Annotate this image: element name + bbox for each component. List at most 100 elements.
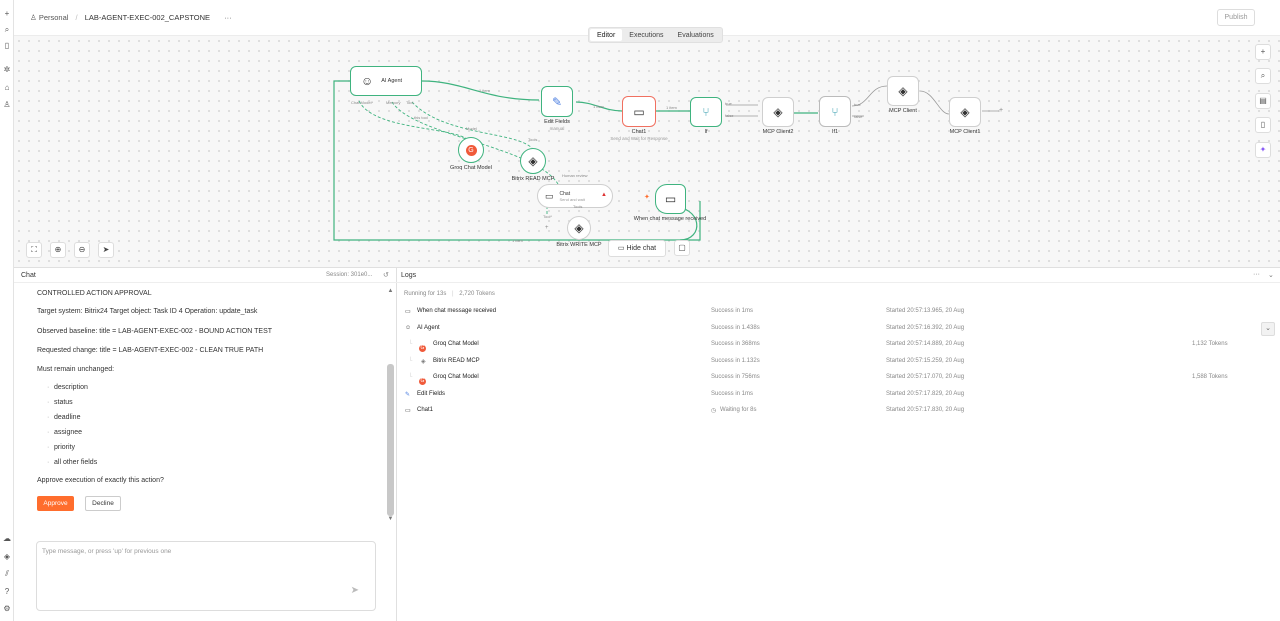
help-icon[interactable]: ? (0, 587, 14, 597)
log-name: Chat1 (417, 407, 434, 413)
log-row[interactable]: ▭ Chat1 ◷ Waiting for 8s Started 20:57:1… (397, 403, 1280, 419)
chat-message-target: Target system: Bitrix24 Target object: T… (37, 308, 258, 315)
port-chat-model[interactable]: Chat Model* (351, 100, 373, 105)
node-if[interactable]: ⑂ (690, 97, 722, 127)
workflow-name[interactable]: LAB-AGENT-EXEC-002_CAPSTONE (85, 13, 210, 22)
list-item: priority (47, 444, 75, 451)
logs-panel: Logs ··· ⌄ Running for 13s | 2,720 Token… (397, 268, 1280, 621)
edge-label-edit-chat1: 1 item (593, 104, 604, 109)
search-icon[interactable]: ⌕ (1255, 68, 1271, 84)
refresh-icon[interactable]: ↺ (383, 271, 389, 279)
chat-bubble-icon: ▭ (617, 245, 625, 252)
log-row[interactable]: ☺ AI Agent Success in 1.438s Started 20:… (397, 321, 1280, 337)
node-ai-agent[interactable]: ☺ AI Agent (350, 66, 422, 96)
chat-bubble-icon: ▭ (405, 408, 411, 414)
mcp-icon: ◈ (773, 105, 783, 119)
decline-button[interactable]: Decline (85, 496, 121, 511)
add-icon[interactable]: + (0, 9, 14, 19)
if1-true-label: true (854, 102, 861, 107)
edit-fields-label: Edit Fields (544, 119, 570, 125)
log-started: Started 20:57:14.889, 20 Aug (886, 341, 965, 347)
panel-icon[interactable]: ▯ (1255, 117, 1271, 133)
log-started: Started 20:57:16.392, 20 Aug (886, 325, 965, 331)
log-tokens: 1,132 Tokens (1192, 341, 1228, 347)
search-icon[interactable]: ⌕ (0, 25, 14, 35)
add-tool-icon[interactable]: + (545, 225, 549, 231)
workflow-canvas[interactable]: Editor Executions Evaluations ☺ AI Agent (14, 27, 1280, 268)
log-row[interactable]: ✎ Edit Fields Success in 1ms Started 20:… (397, 387, 1280, 403)
fit-view-icon[interactable]: ⛶ (26, 242, 42, 258)
chat-panel: Chat Session: 301e0... ↺ CONTROLLED ACTI… (14, 268, 397, 621)
breadcrumb-separator: / (75, 13, 78, 22)
chat-human-review-label: Human review (562, 173, 588, 178)
if-false-label: false (725, 113, 734, 118)
pencil-icon: ✎ (551, 94, 563, 109)
port-tool[interactable]: Tool (406, 100, 413, 105)
node-mcp-client2[interactable]: ◈ (762, 97, 794, 127)
chat1-label: Chat1 (631, 129, 647, 135)
workflow-menu-icon[interactable]: ··· (224, 13, 232, 22)
list-item: assignee (47, 429, 82, 436)
zoom-in-icon[interactable]: ⊕ (50, 242, 66, 258)
cloud-icon[interactable]: ☁ (0, 534, 14, 544)
node-if1[interactable]: ⑂ (819, 96, 851, 127)
pointer-icon[interactable]: ➤ (98, 242, 114, 258)
log-row[interactable]: ▭ When chat message received Success in … (397, 304, 1280, 320)
node-chat-trigger[interactable]: ▭ (655, 184, 686, 214)
approve-button[interactable]: Approve (37, 496, 74, 511)
chat-message-question: Approve execution of exactly this action… (37, 477, 164, 484)
divider (397, 282, 1280, 283)
logs-running: Running for 13s (404, 291, 447, 297)
node-bitrix-read-mcp[interactable]: ◈ (520, 148, 546, 174)
node-bitrix-write-mcp[interactable]: ◈ (567, 216, 591, 240)
port-memory[interactable]: Memory (386, 100, 400, 105)
chat1-sub: Send and Wait for Response (610, 136, 668, 141)
templates-icon[interactable]: ✲ (0, 65, 14, 75)
logs-summary: Running for 13s | 2,720 Tokens (404, 291, 495, 297)
log-started: Started 20:57:17.829, 20 Aug (886, 391, 965, 397)
hide-chat-button[interactable]: ▭ Hide chat (608, 240, 666, 257)
edit-fields-sub: manual (549, 126, 565, 131)
panel-icon[interactable]: ▯ (0, 41, 14, 51)
log-row[interactable]: └ G Groq Chat Model Success in 368ms Sta… (397, 337, 1280, 353)
chat-scrollbar[interactable]: ▲ ▼ (387, 288, 394, 528)
groq-label: Groq Chat Model (450, 165, 492, 171)
settings-icon[interactable]: ⚙ (0, 604, 14, 614)
breadcrumb-workspace[interactable]: Personal (39, 13, 69, 22)
node-mcp-client1[interactable]: ◈ (949, 97, 981, 127)
log-started: Started 20:57:15.259, 20 Aug (886, 358, 965, 364)
log-row[interactable]: └ ◈ Bitrix READ MCP Success in 1.132s St… (397, 354, 1280, 370)
stop-icon[interactable]: ▢ (674, 240, 690, 256)
mcp-client2-label: MCP Client2 (762, 129, 794, 135)
mcp-client1-label: MCP Client1 (949, 129, 981, 135)
send-icon[interactable]: ➤ (351, 585, 359, 596)
chat-message-requested: Requested change: title = LAB-AGENT-EXEC… (37, 347, 264, 354)
hide-chat-label: Hide chat (626, 245, 657, 252)
node-groq-chat-model[interactable]: G (458, 137, 484, 163)
home-icon[interactable]: ⌂ (0, 83, 14, 93)
chat-session: Session: 301e0... (326, 272, 373, 278)
node-mcp-client[interactable]: ◈ (887, 76, 919, 106)
add-node-icon[interactable]: + (1255, 44, 1271, 60)
user-icon[interactable]: ♙ (0, 100, 14, 110)
ai-assist-icon[interactable]: ✦ (1255, 142, 1271, 158)
left-rail: + ⌕ ▯ ✲ ⌂ ♙ ☁ ◈ ⫽ ? ⚙ (0, 0, 14, 621)
insights-icon[interactable]: ⫽ (0, 569, 14, 579)
package-icon[interactable]: ◈ (0, 552, 14, 562)
publish-button[interactable]: Publish (1217, 9, 1255, 26)
log-status: Success in 1.438s (711, 325, 760, 331)
node-edit-fields[interactable]: ✎ (541, 86, 573, 117)
log-name: Bitrix READ MCP (433, 358, 480, 364)
add-node-icon[interactable]: + (999, 107, 1003, 114)
chevron-down-icon[interactable]: ⌄ (1268, 271, 1274, 279)
node-chat1[interactable]: ▭ (622, 96, 656, 127)
chat-message-input[interactable]: Type message, or press 'up' for previous… (36, 541, 376, 611)
sticky-note-icon[interactable]: ▤ (1255, 93, 1271, 109)
warning-icon: ▲ (601, 192, 607, 198)
zoom-out-icon[interactable]: ⊖ (74, 242, 90, 258)
groq-port-label: Model (466, 126, 477, 131)
log-row[interactable]: └ G Groq Chat Model Success in 756ms Sta… (397, 370, 1280, 386)
list-item: description (47, 384, 88, 391)
logs-menu-icon[interactable]: ··· (1253, 271, 1260, 278)
mcp-icon: ◈ (960, 105, 970, 119)
